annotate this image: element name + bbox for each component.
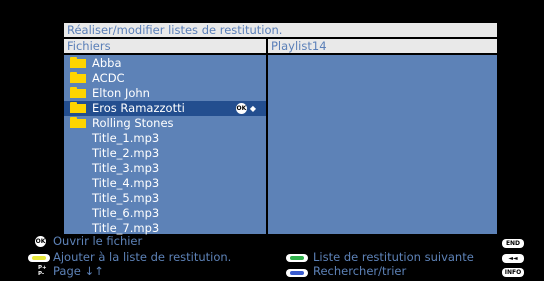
file-item[interactable]: Title_2.mp3 (64, 146, 266, 161)
info-key-icon[interactable]: INFO (502, 268, 524, 277)
navigate-arrows-icon: ◆ (249, 104, 256, 113)
file-item[interactable]: Title_6.mp3 (64, 206, 266, 221)
folder-icon (70, 57, 86, 68)
page-key-icon: P+ P- (38, 265, 47, 277)
ok-key-icon: OK (235, 103, 247, 114)
files-column-header: Fichiers (64, 39, 266, 53)
yellow-key-icon (28, 254, 50, 262)
item-label: Elton John (92, 86, 150, 100)
add-to-list-hint[interactable]: Ajouter à la liste de restitution. (53, 251, 231, 264)
item-label: Title_7.mp3 (92, 221, 160, 235)
item-label: Abba (92, 56, 122, 70)
media-browser-screen: Réaliser/modifier listes de restitution.… (0, 0, 544, 281)
item-label: Title_1.mp3 (92, 131, 160, 145)
folder-item[interactable]: Eros Ramazzotti OK ◆ (64, 101, 266, 116)
open-file-hint[interactable]: Ouvrir le fichier (53, 235, 142, 248)
page-title: Réaliser/modifier listes de restitution. (64, 23, 497, 37)
item-label: Title_2.mp3 (92, 146, 160, 160)
item-label: Title_5.mp3 (92, 191, 160, 205)
selected-row-icons: OK ◆ (235, 103, 256, 114)
next-list-hint[interactable]: Liste de restitution suivante (313, 251, 474, 264)
file-item[interactable]: Title_4.mp3 (64, 176, 266, 191)
folder-item[interactable]: Abba (64, 56, 266, 71)
file-list: Abba ACDC Elton John Eros Ramazzotti OK ◆ Roll… (64, 56, 266, 236)
blue-key-icon (286, 269, 308, 277)
folder-icon (70, 117, 86, 128)
page-hint[interactable]: Page ↓↑ (53, 265, 104, 278)
search-sort-hint[interactable]: Rechercher/trier (313, 265, 406, 278)
file-item[interactable]: Title_3.mp3 (64, 161, 266, 176)
folder-icon (70, 87, 86, 98)
folder-icon (70, 102, 86, 113)
ok-key-icon: OK (35, 236, 46, 247)
item-label: Rolling Stones (92, 116, 174, 130)
item-label: Eros Ramazzotti (92, 101, 185, 115)
green-key-icon (286, 254, 308, 262)
item-label: Title_4.mp3 (92, 176, 160, 190)
item-label: Title_6.mp3 (92, 206, 160, 220)
rewind-key-icon[interactable]: ◄◄ (502, 254, 524, 263)
folder-item[interactable]: Rolling Stones (64, 116, 266, 131)
playlist-column-header: Playlist14 (268, 39, 497, 53)
end-key-icon[interactable]: END (502, 239, 524, 248)
folder-icon (70, 72, 86, 83)
file-item[interactable]: Title_1.mp3 (64, 131, 266, 146)
folder-item[interactable]: ACDC (64, 71, 266, 86)
files-pane: Abba ACDC Elton John Eros Ramazzotti OK ◆ Roll… (64, 55, 266, 236)
item-label: Title_3.mp3 (92, 161, 160, 175)
item-label: ACDC (92, 71, 125, 85)
playlist-pane (268, 55, 497, 234)
folder-item[interactable]: Elton John (64, 86, 266, 101)
file-item[interactable]: Title_5.mp3 (64, 191, 266, 206)
